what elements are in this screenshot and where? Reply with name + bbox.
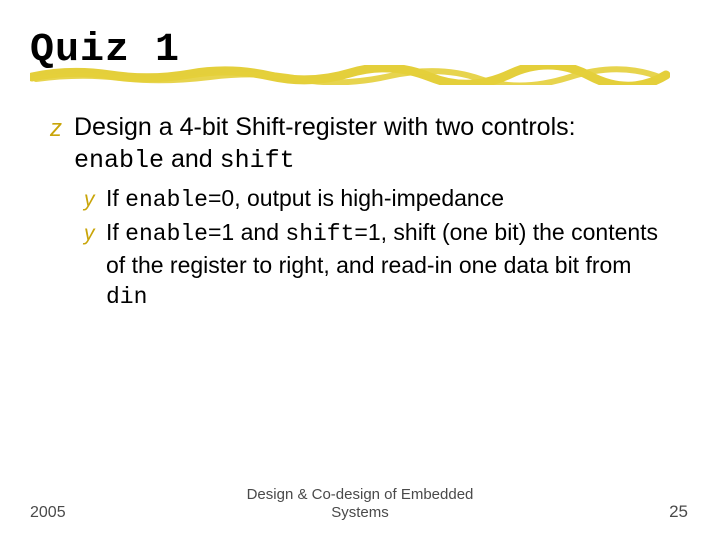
slide: Quiz 1 z Design a 4-bit Shift-register w… [0, 0, 720, 540]
bullet-level1: z Design a 4-bit Shift-register with two… [50, 111, 662, 177]
sub-bullets: y If enable=0, output is high-impedance … [50, 183, 662, 312]
code-text: enable [125, 187, 208, 213]
bullet-level2: y If enable=1 and shift=1, shift (one bi… [84, 217, 662, 312]
title-block: Quiz 1 [30, 28, 670, 73]
slide-body: z Design a 4-bit Shift-register with two… [30, 101, 670, 312]
footer-center-line1: Design & Co-design of Embedded [247, 486, 474, 503]
body-text: If [106, 185, 125, 211]
bullet-level2: y If enable=0, output is high-impedance [84, 183, 662, 215]
footer-center-line2: Systems [331, 504, 389, 521]
code-text: enable [74, 146, 164, 175]
body-text: If [106, 219, 125, 245]
scribble-icon [30, 65, 670, 85]
body-text: Design a 4-bit Shift-register with two c… [74, 113, 576, 141]
bullet-glyph-l2: y [84, 220, 95, 248]
code-text: shift [220, 146, 295, 175]
title-underline [30, 65, 670, 85]
footer-center: Design & Co-design of Embedded Systems [0, 486, 720, 522]
body-text: and [164, 145, 220, 173]
body-text: =0, output is high-impedance [208, 185, 504, 211]
code-text: shift [285, 221, 354, 247]
bullet-glyph-l2: y [84, 186, 95, 214]
code-text: din [106, 284, 147, 310]
slide-footer: 2005 Design & Co-design of Embedded Syst… [0, 482, 720, 522]
footer-right: 25 [669, 502, 688, 522]
bullet-glyph-l1: z [50, 114, 62, 145]
code-text: enable [125, 221, 208, 247]
body-text: =1 and [208, 219, 285, 245]
